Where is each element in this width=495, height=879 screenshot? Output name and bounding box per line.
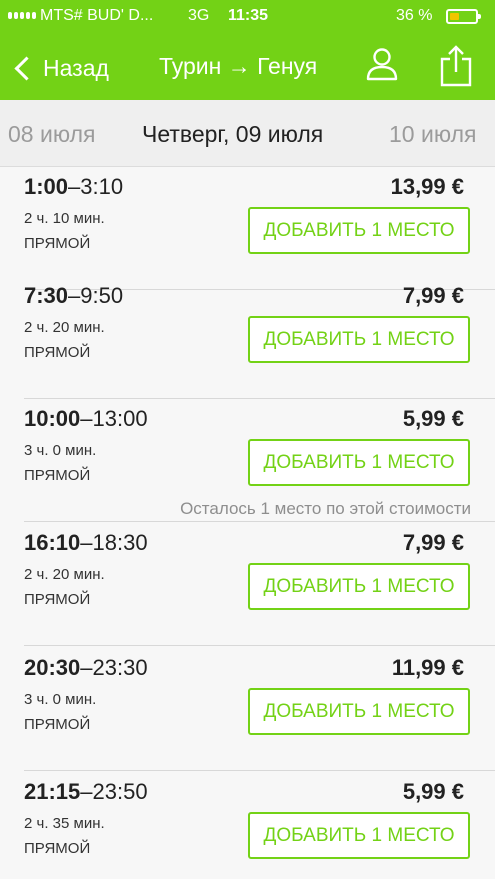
departure-time: 1:00 <box>24 174 69 199</box>
arrival-time: –9:50 <box>68 283 124 308</box>
trip-price: 13,99 € <box>390 174 464 199</box>
row-divider <box>24 770 495 771</box>
arrival-time: –3:10 <box>68 174 124 199</box>
back-button[interactable]: Назад <box>12 48 109 88</box>
navigation-bar: Назад Турин → Генуя <box>0 36 495 100</box>
trip-duration: 2 ч. 10 мин. <box>24 210 105 227</box>
page-title: Турин → Генуя <box>159 53 318 79</box>
date-selector: 08 июля Четверг, 09 июля 10 июля <box>0 100 495 167</box>
previous-date[interactable]: 08 июля <box>8 121 95 148</box>
trip-type: ПРЯМОЙ <box>24 840 91 857</box>
status-time: 11:35 <box>228 7 269 24</box>
trip-row: 10:00–13:00 5,99 € 3 ч. 0 мин. ПРЯМОЙ ДО… <box>0 399 495 522</box>
add-seat-button[interactable]: ДОБАВИТЬ 1 МЕСТО <box>248 563 470 610</box>
trip-duration: 2 ч. 20 мин. <box>24 566 105 583</box>
user-icon <box>366 48 398 81</box>
departure-time: 21:15 <box>24 779 81 804</box>
trip-duration: 2 ч. 20 мин. <box>24 319 105 336</box>
trip-times: 10:00–13:00 <box>24 406 148 432</box>
trip-times: 21:15–23:50 <box>24 779 148 805</box>
trip-times: 16:10–18:30 <box>24 530 148 556</box>
trip-row: 16:10–18:30 7,99 € 2 ч. 20 мин. ПРЯМОЙ Д… <box>0 523 495 646</box>
trip-type: ПРЯМОЙ <box>24 235 91 252</box>
trip-times: 20:30–23:30 <box>24 655 148 681</box>
row-divider <box>24 645 495 646</box>
trip-price: 5,99 € <box>402 779 464 804</box>
trip-duration: 3 ч. 0 мин. <box>24 691 97 708</box>
trip-times: 7:30–9:50 <box>24 283 123 309</box>
trip-row: 7:30–9:50 7,99 € 2 ч. 20 мин. ПРЯМОЙ ДОБ… <box>0 276 495 399</box>
trip-price: 7,99 € <box>402 530 464 555</box>
back-label: Назад <box>43 54 109 81</box>
departure-time: 10:00 <box>24 406 81 431</box>
trip-type: ПРЯМОЙ <box>24 344 91 361</box>
add-seat-button[interactable]: ДОБАВИТЬ 1 МЕСТО <box>248 812 470 859</box>
departure-time: 16:10 <box>24 530 81 555</box>
profile-button[interactable] <box>364 44 400 84</box>
share-button[interactable] <box>438 44 474 88</box>
battery-icon <box>446 9 481 24</box>
next-date[interactable]: 10 июля <box>389 121 476 148</box>
row-divider <box>24 521 495 522</box>
trip-price: 5,99 € <box>402 406 464 431</box>
trip-row: 1:00–3:10 13,99 € 2 ч. 10 мин. ПРЯМОЙ ДО… <box>0 167 495 290</box>
arrival-time: –23:30 <box>80 655 148 680</box>
network-type: 3G <box>188 7 210 24</box>
seats-left-note: Осталось 1 место по этой стоимости <box>180 499 471 518</box>
chevron-left-icon <box>14 55 39 81</box>
trip-times: 1:00–3:10 <box>24 174 123 200</box>
trip-type: ПРЯМОЙ <box>24 716 91 733</box>
trip-type: ПРЯМОЙ <box>24 591 91 608</box>
arrival-time: –23:50 <box>80 779 148 804</box>
add-seat-button[interactable]: ДОБАВИТЬ 1 МЕСТО <box>248 207 470 254</box>
departure-time: 7:30 <box>24 283 69 308</box>
carrier-name: MTS# BUD' D... <box>40 7 154 24</box>
trip-list[interactable]: 1:00–3:10 13,99 € 2 ч. 10 мин. ПРЯМОЙ ДО… <box>0 167 495 879</box>
trip-row: 20:30–23:30 11,99 € 3 ч. 0 мин. ПРЯМОЙ Д… <box>0 648 495 771</box>
add-seat-button[interactable]: ДОБАВИТЬ 1 МЕСТО <box>248 316 470 363</box>
add-seat-button[interactable]: ДОБАВИТЬ 1 МЕСТО <box>248 688 470 735</box>
battery-percentage: 36 % <box>396 7 433 24</box>
trip-duration: 2 ч. 35 мин. <box>24 815 105 832</box>
selected-date: Четверг, 09 июля <box>142 121 324 147</box>
trip-price: 7,99 € <box>402 283 464 308</box>
arrival-time: –13:00 <box>80 406 148 431</box>
arrival-time: –18:30 <box>80 530 148 555</box>
status-bar: MTS# BUD' D... 3G 11:35 36 % <box>0 0 495 36</box>
add-seat-button[interactable]: ДОБАВИТЬ 1 МЕСТО <box>248 439 470 486</box>
trip-type: ПРЯМОЙ <box>24 467 91 484</box>
signal-strength-icon <box>8 12 36 19</box>
trip-row: 21:15–23:50 5,99 € 2 ч. 35 мин. ПРЯМОЙ Д… <box>0 772 495 879</box>
trip-duration: 3 ч. 0 мин. <box>24 442 97 459</box>
share-icon <box>440 45 472 87</box>
departure-time: 20:30 <box>24 655 81 680</box>
trip-price: 11,99 € <box>391 655 464 680</box>
